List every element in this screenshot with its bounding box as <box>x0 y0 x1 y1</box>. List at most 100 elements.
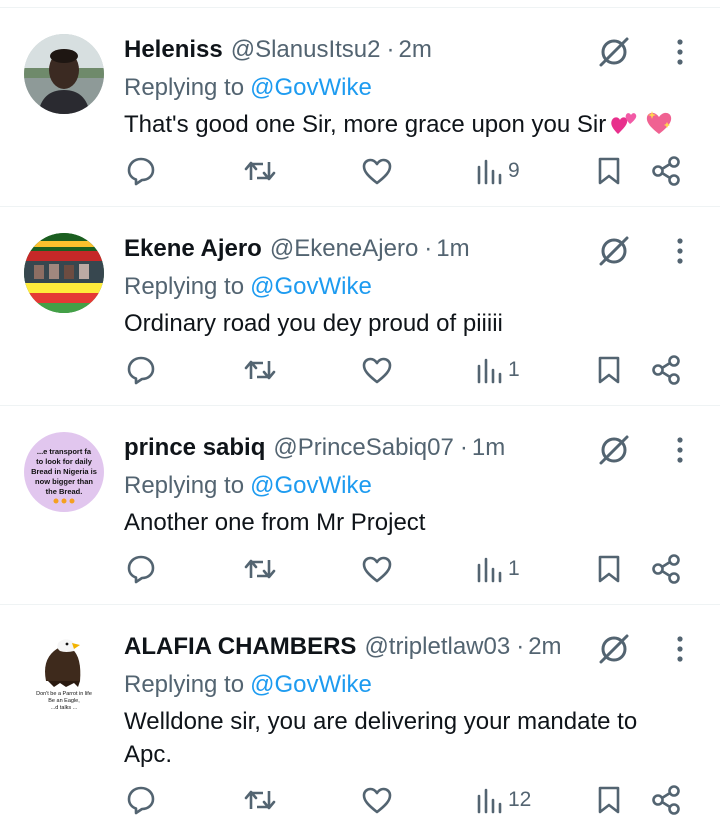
heart-icon <box>362 556 392 583</box>
tweet-text-content: Ordinary road you dey proud of piiiii <box>124 310 503 337</box>
retweet-icon <box>244 790 276 810</box>
user-handle[interactable]: @EkeneAjero <box>270 235 418 262</box>
replying-to: Replying to @GovWike <box>124 269 372 305</box>
timestamp[interactable]: 1m <box>472 434 505 461</box>
more-options-icon[interactable] <box>665 36 695 68</box>
share-icon <box>652 156 680 186</box>
replying-prefix: Replying to <box>124 671 245 698</box>
views-button[interactable]: 1 <box>476 549 536 589</box>
reply-icon <box>127 356 155 385</box>
reply-button[interactable] <box>125 780 159 820</box>
retweet-button[interactable] <box>243 780 279 820</box>
timestamp[interactable]: 1m <box>436 235 469 262</box>
user-handle[interactable]: @tripletlaw03 <box>364 633 510 660</box>
avatar[interactable]: Don't be a Parrot in life Be an Eagle, .… <box>24 631 104 711</box>
share-button[interactable] <box>650 151 684 191</box>
like-button[interactable] <box>361 350 395 390</box>
display-name[interactable]: Heleniss <box>124 36 223 63</box>
tweet-prince-sabiq[interactable]: ...e transport fa to look for daily Brea… <box>0 406 720 605</box>
like-button[interactable] <box>361 549 395 589</box>
replying-prefix: Replying to <box>124 273 245 300</box>
mention-link[interactable]: @GovWike <box>250 273 372 300</box>
retweet-icon <box>244 360 276 380</box>
views-button[interactable]: 1 <box>476 350 536 390</box>
share-icon <box>652 554 680 584</box>
avatar-text-line: to look for daily <box>36 457 93 466</box>
separator-dot: · <box>459 434 468 461</box>
heart-icon <box>362 787 392 814</box>
share-button[interactable] <box>650 549 684 589</box>
retweet-icon <box>244 559 276 579</box>
retweet-button[interactable] <box>243 549 279 589</box>
more-options-icon[interactable] <box>665 235 695 267</box>
timestamp[interactable]: 2m <box>399 36 432 63</box>
tweet-text-content: Another one from Mr Project <box>124 509 426 536</box>
views-button[interactable]: 12 <box>476 780 536 820</box>
grok-icon[interactable] <box>595 34 635 70</box>
like-button[interactable] <box>361 151 395 191</box>
tweet-text-content: Welldone sir, you are delivering your ma… <box>124 708 638 768</box>
retweet-button[interactable] <box>243 350 279 390</box>
bookmark-button[interactable] <box>596 350 624 390</box>
reply-button[interactable] <box>125 350 159 390</box>
grok-icon[interactable] <box>595 233 635 269</box>
views-chart-icon <box>477 788 502 814</box>
heart-icon <box>362 158 392 185</box>
tweet-ekene-ajero[interactable]: Ekene Ajero @EkeneAjero · 1m Replying to @Go… <box>0 207 720 406</box>
views-button[interactable]: 9 <box>476 151 536 191</box>
avatar-text-line: Be an Eagle, <box>48 698 80 704</box>
share-button[interactable] <box>650 350 684 390</box>
share-button[interactable] <box>650 780 684 820</box>
display-name[interactable]: prince sabiq <box>124 434 265 461</box>
replying-to: Replying to @GovWike <box>124 667 372 703</box>
avatar[interactable] <box>24 34 104 114</box>
bookmark-button[interactable] <box>596 780 624 820</box>
tweet-text: That's good one Sir, more grace upon you… <box>124 108 684 145</box>
reply-timeline: Heleniss @SlanusItsu2 · 2m Replying to @GovW… <box>0 0 720 831</box>
display-name[interactable]: Ekene Ajero <box>124 235 262 262</box>
avatar-text-line: Don't be a Parrot in life <box>36 691 92 697</box>
tweet-actions: 1 <box>0 350 720 390</box>
tweet-actions: 12 <box>0 780 720 820</box>
tweet-header: Ekene Ajero @EkeneAjero · 1m <box>124 231 574 267</box>
bookmark-button[interactable] <box>596 151 624 191</box>
more-options-icon[interactable] <box>665 633 695 665</box>
heart-icon <box>362 357 392 384</box>
bookmark-icon <box>598 356 620 384</box>
mention-link[interactable]: @GovWike <box>250 472 372 499</box>
tweet-text: Welldone sir, you are delivering your ma… <box>124 705 664 771</box>
separator-dot: · <box>424 235 433 262</box>
reply-icon <box>127 555 155 584</box>
reply-button[interactable] <box>125 549 159 589</box>
views-count: 1 <box>508 358 520 381</box>
mention-link[interactable]: @GovWike <box>250 671 372 698</box>
grok-icon[interactable] <box>595 432 635 468</box>
reply-icon <box>127 157 155 186</box>
tweet-text: Another one from Mr Project <box>124 506 684 539</box>
display-name[interactable]: ALAFIA CHAMBERS <box>124 633 356 660</box>
user-handle[interactable]: @PrinceSabiq07 <box>273 434 453 461</box>
avatar[interactable]: ...e transport fa to look for daily Brea… <box>24 432 104 512</box>
retweet-button[interactable] <box>243 151 279 191</box>
avatar-text-line: ...d talks ... <box>51 705 78 711</box>
user-handle[interactable]: @SlanusItsu2 <box>231 36 381 63</box>
bookmark-button[interactable] <box>596 549 624 589</box>
replying-to: Replying to @GovWike <box>124 70 372 106</box>
grok-icon[interactable] <box>595 631 635 667</box>
timestamp[interactable]: 2m <box>528 633 561 660</box>
avatar-text-line: Bread in Nigeria is <box>31 467 97 476</box>
like-button[interactable] <box>361 780 395 820</box>
mention-link[interactable]: @GovWike <box>250 74 372 101</box>
tweet-text-content: That's good one Sir, more grace upon you… <box>124 111 607 138</box>
tweet-heleniss[interactable]: Heleniss @SlanusItsu2 · 2m Replying to @GovW… <box>0 8 720 207</box>
avatar-text-line: ...e transport fa <box>37 447 92 456</box>
avatar[interactable] <box>24 233 104 313</box>
reply-button[interactable] <box>125 151 159 191</box>
replying-to: Replying to @GovWike <box>124 468 372 504</box>
tweet-header: Heleniss @SlanusItsu2 · 2m <box>124 32 574 68</box>
views-chart-icon <box>477 358 502 384</box>
views-count: 9 <box>508 159 520 182</box>
more-options-icon[interactable] <box>665 434 695 466</box>
tweet-alafia-chambers[interactable]: Don't be a Parrot in life Be an Eagle, .… <box>0 605 720 831</box>
separator-dot: · <box>386 36 395 63</box>
